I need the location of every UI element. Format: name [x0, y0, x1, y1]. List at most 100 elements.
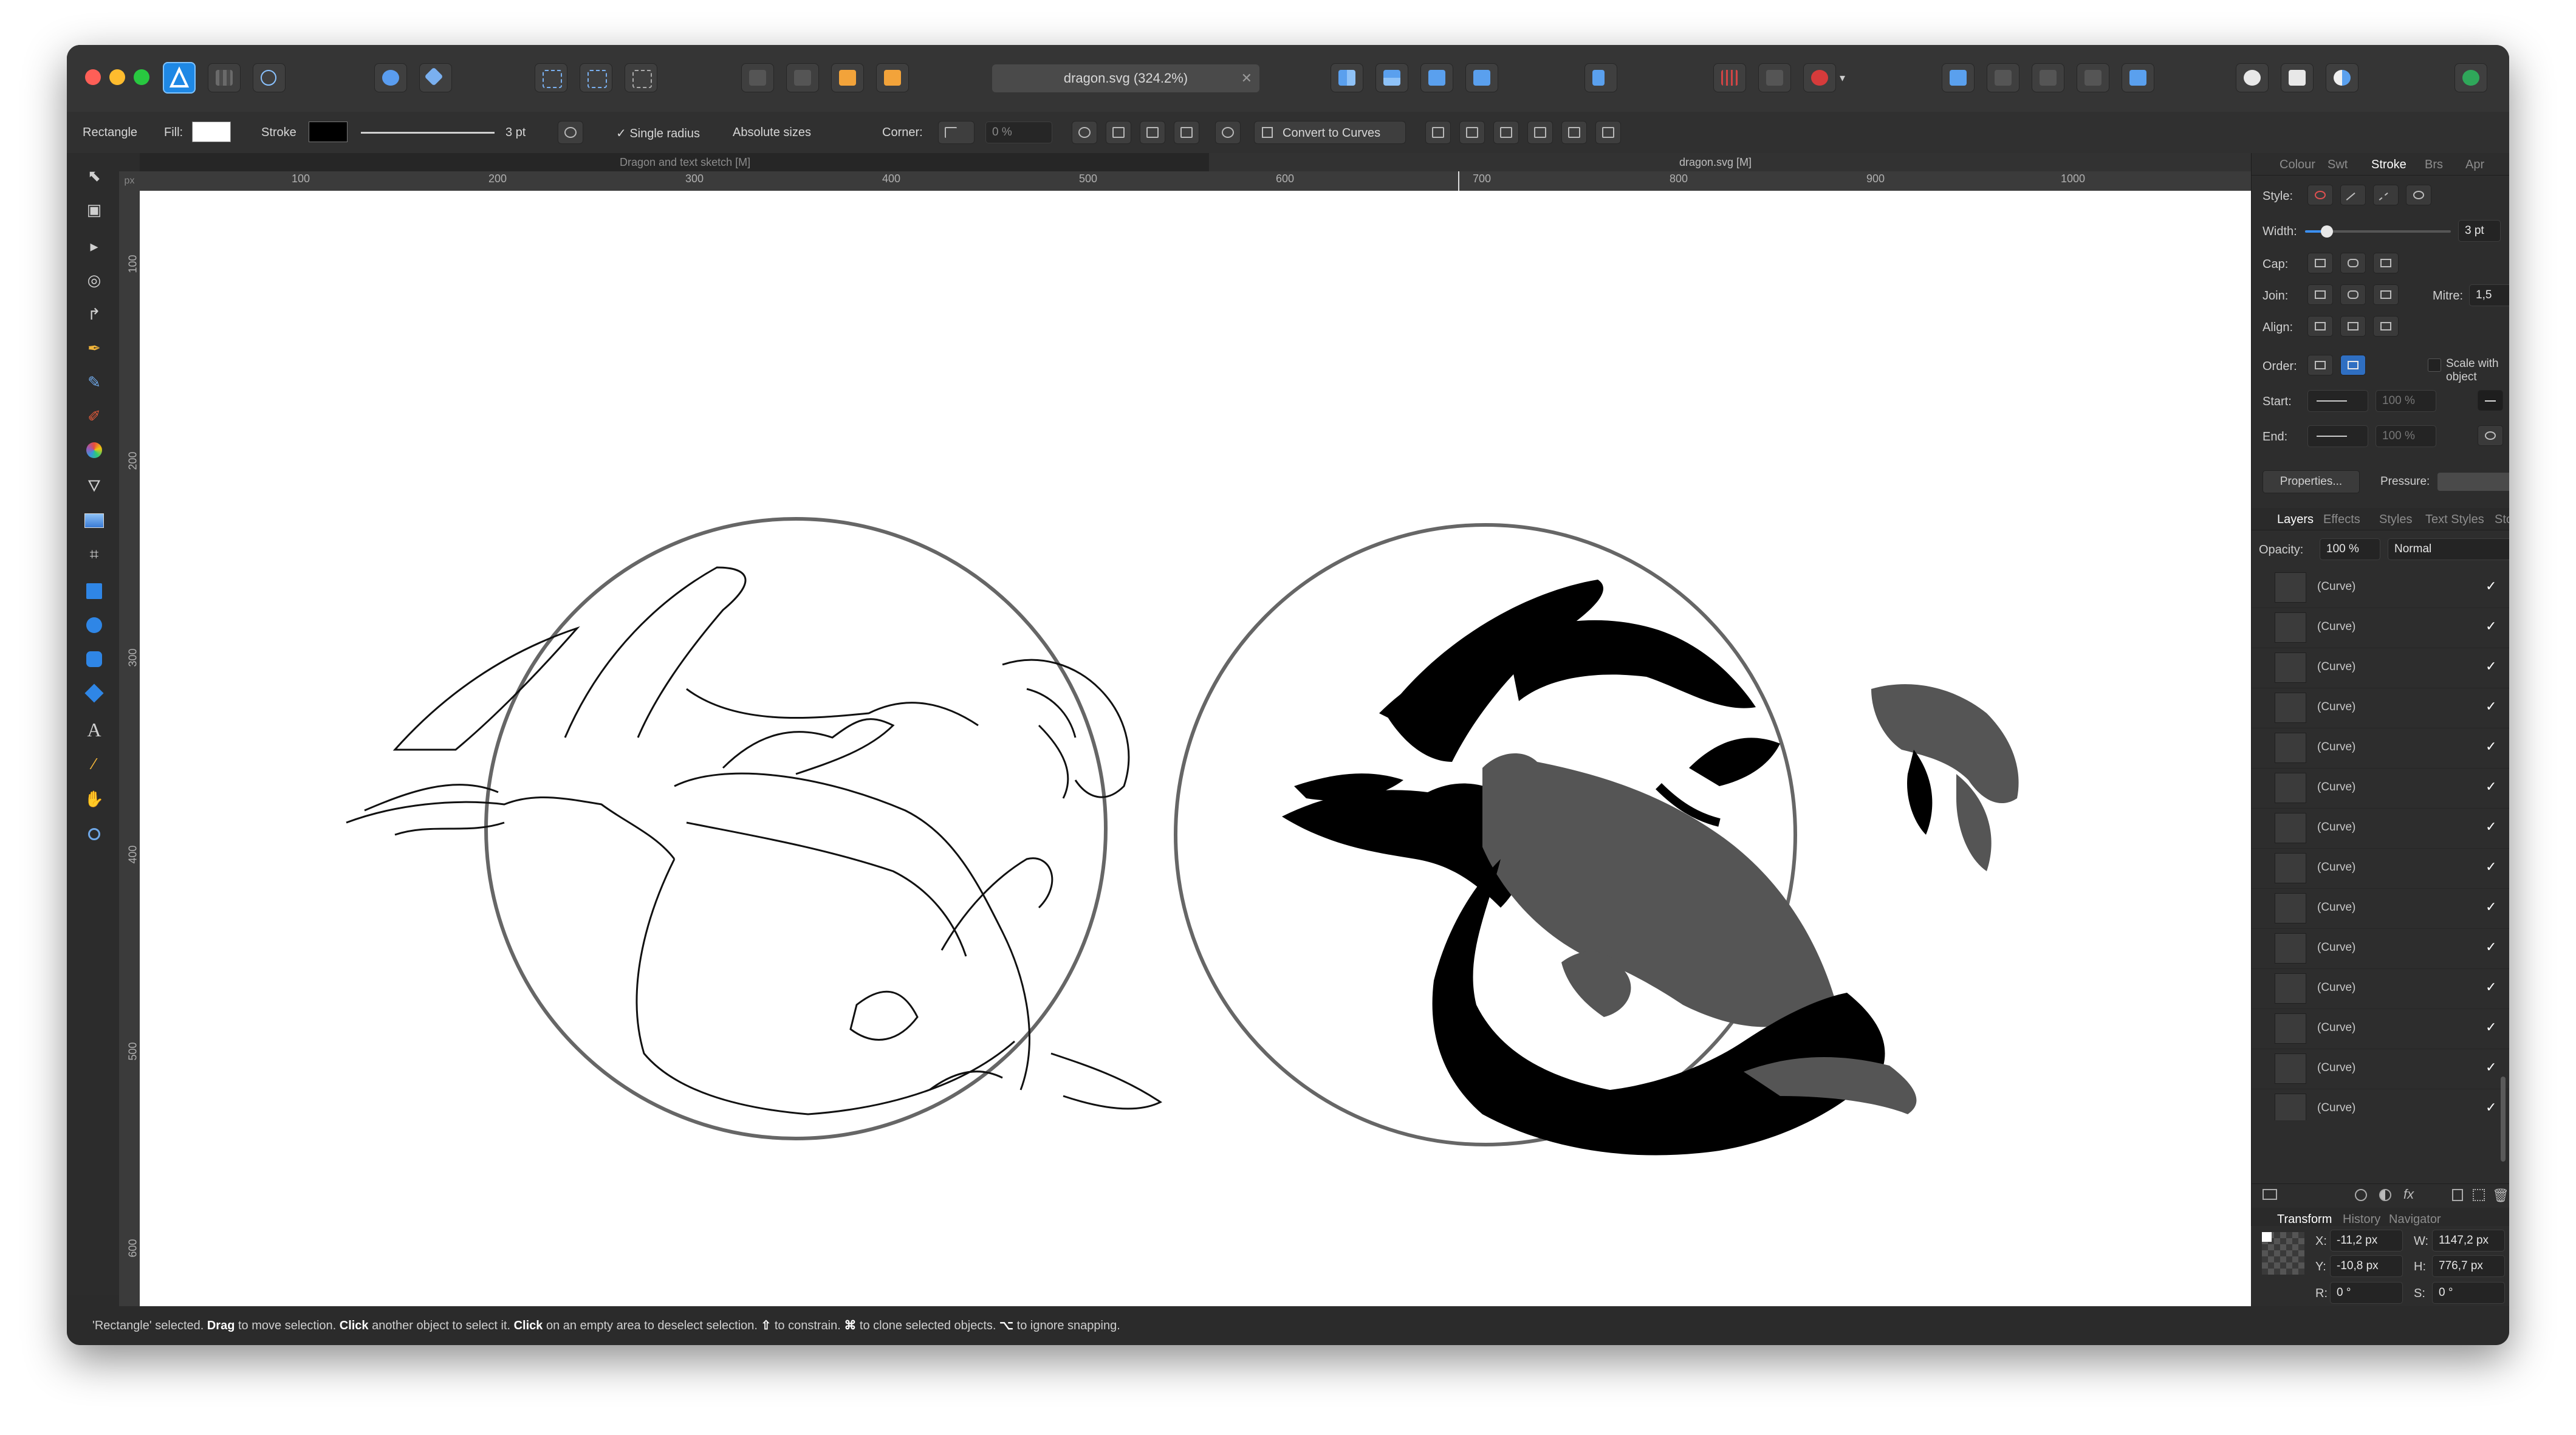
pencil-tool-button[interactable]: ✎	[81, 369, 107, 395]
layer-row[interactable]: (Curve) ✓	[2252, 567, 2509, 608]
rotate-icon[interactable]	[1215, 121, 1241, 144]
layer-visibility-check[interactable]: ✓	[2485, 578, 2496, 594]
layer-visibility-check[interactable]: ✓	[2485, 1100, 2496, 1115]
divide-boolean-icon[interactable]	[2122, 63, 2154, 92]
stroke-swatch[interactable]	[309, 122, 348, 142]
group-icon[interactable]	[2473, 1189, 2485, 1201]
layer-row[interactable]: (Curve) ✓	[2252, 848, 2509, 889]
document-canvas[interactable]	[140, 191, 2251, 1306]
butt-cap-button[interactable]	[2307, 253, 2333, 273]
tab-text-styles[interactable]: Text Styles	[2425, 513, 2484, 527]
layer-row[interactable]: (Curve) ✓	[2252, 808, 2509, 849]
convert-to-curves-button[interactable]: Convert to Curves	[1254, 121, 1406, 144]
subtab-dragon-sketch[interactable]: Dragon and text sketch [M]	[620, 156, 750, 169]
solid-line-button[interactable]	[2340, 185, 2366, 207]
arrowhead-reset-button[interactable]	[2478, 425, 2503, 446]
corner-tool-button[interactable]: ↱	[81, 301, 107, 327]
rectangle-tool-button[interactable]	[81, 578, 107, 604]
layer-row[interactable]: (Curve) ✓	[2252, 1089, 2509, 1120]
tab-swatches[interactable]: Swt	[2328, 158, 2348, 172]
pixel-persona-icon[interactable]	[208, 63, 241, 92]
select-none-icon[interactable]	[625, 63, 657, 92]
layer-visibility-check[interactable]: ✓	[2485, 779, 2496, 795]
intersect-boolean-icon[interactable]	[2032, 63, 2064, 92]
round-cap-button[interactable]	[2340, 253, 2366, 273]
layer-row[interactable]: (Curve) ✓	[2252, 968, 2509, 1009]
layer-row[interactable]: (Curve) ✓	[2252, 768, 2509, 809]
layer-visibility-check[interactable]: ✓	[2485, 659, 2496, 674]
snapping-dropdown-icon[interactable]: ▾	[1840, 72, 1845, 84]
layer-visibility-check[interactable]: ✓	[2485, 899, 2496, 915]
tab-transform[interactable]: Transform	[2277, 1213, 2332, 1227]
stroke-width-slider[interactable]	[361, 132, 495, 134]
ellipse-tool-button[interactable]	[81, 612, 107, 638]
vector-brush-tool-button[interactable]: ✐	[81, 403, 107, 429]
tab-history[interactable]: History	[2343, 1213, 2380, 1227]
scale-with-object-checkbox[interactable]	[2428, 358, 2441, 372]
no-stroke-button[interactable]	[2307, 185, 2333, 205]
properties-button[interactable]: Properties...	[2263, 470, 2360, 493]
width-slider-knob[interactable]	[2321, 225, 2333, 238]
color-picker-tool-button[interactable]: ⁄	[81, 751, 107, 776]
layer-visibility-check[interactable]: ✓	[2485, 859, 2496, 875]
layer-visibility-check[interactable]: ✓	[2485, 1060, 2496, 1075]
tab-layers[interactable]: Layers	[2277, 513, 2314, 527]
layer-visibility-check[interactable]: ✓	[2485, 939, 2496, 955]
align-left-icon[interactable]	[1425, 121, 1451, 144]
select-inverse-icon[interactable]	[580, 63, 612, 92]
add-boolean-icon[interactable]	[1942, 63, 1975, 92]
rotate-right-icon[interactable]	[1465, 63, 1498, 92]
layer-row[interactable]: (Curve) ✓	[2252, 1009, 2509, 1049]
y-field[interactable]: -10,8 px	[2330, 1255, 2403, 1277]
x-field[interactable]: -11,2 px	[2330, 1230, 2403, 1252]
layer-row[interactable]: (Curve) ✓	[2252, 888, 2509, 929]
align-outside-stroke-button[interactable]	[2373, 316, 2399, 337]
move-backward-icon[interactable]	[786, 63, 819, 92]
start-arrowhead-dropdown[interactable]	[2307, 390, 2368, 412]
subtract-boolean-icon[interactable]	[1987, 63, 2019, 92]
outline-dragon-artwork[interactable]	[346, 517, 1162, 1140]
shape-tool-button[interactable]	[81, 680, 107, 706]
tab-styles[interactable]: Styles	[2379, 513, 2412, 527]
place-image-tool-button[interactable]	[81, 508, 107, 533]
fill-swatch[interactable]	[192, 122, 231, 142]
stroke-settings-icon[interactable]	[558, 121, 583, 144]
account-icon[interactable]	[2454, 63, 2487, 92]
tab-effects[interactable]: Effects	[2323, 513, 2360, 527]
xor-boolean-icon[interactable]	[2077, 63, 2109, 92]
assistant-icon[interactable]	[374, 63, 407, 92]
adjustment-icon[interactable]	[2379, 1189, 2391, 1201]
node-tool-button[interactable]: ▸	[81, 233, 107, 259]
tab-brushes[interactable]: Brs	[2425, 158, 2443, 172]
h-field[interactable]: 776,7 px	[2432, 1255, 2505, 1277]
layers-scrollbar[interactable]	[2501, 1077, 2506, 1162]
start-scale-field[interactable]: 100 %	[2376, 390, 2436, 412]
anchor-point-grid[interactable]	[2262, 1232, 2304, 1275]
round-join-button[interactable]	[2340, 284, 2366, 305]
rotate-left-icon[interactable]	[1420, 63, 1453, 92]
stroke-behind-button[interactable]	[2307, 355, 2333, 375]
align-middle-icon[interactable]	[1561, 121, 1587, 144]
end-scale-field[interactable]: 100 %	[2376, 425, 2436, 447]
corner-type-dropdown[interactable]	[938, 121, 975, 144]
opacity-field[interactable]: 100 %	[2320, 538, 2380, 560]
pen-tool-button[interactable]: ✒	[81, 335, 107, 361]
transform-origin-icon[interactable]	[1072, 121, 1097, 144]
zoom-window-button[interactable]	[134, 69, 149, 85]
square-cap-button[interactable]	[2373, 253, 2399, 273]
width-slider[interactable]	[2305, 225, 2451, 238]
flip-vertical-icon[interactable]	[1375, 63, 1408, 92]
add-layer-icon[interactable]	[2452, 1189, 2463, 1201]
minimize-window-button[interactable]	[109, 69, 125, 85]
snapping-settings-icon[interactable]	[419, 63, 452, 92]
corner-value-field[interactable]: 0 %	[985, 122, 1052, 143]
dash-line-button[interactable]	[2373, 185, 2399, 207]
blend-mode-dropdown[interactable]: Normal	[2388, 538, 2509, 560]
share-icon[interactable]	[253, 63, 286, 92]
layer-visibility-check[interactable]: ✓	[2485, 1019, 2496, 1035]
artboard-tool-button[interactable]: ▣	[81, 197, 107, 222]
layer-visibility-check[interactable]: ✓	[2485, 819, 2496, 835]
layers-stack-icon[interactable]	[2263, 1189, 2277, 1200]
align-icon[interactable]	[1584, 63, 1617, 92]
layer-row[interactable]: (Curve) ✓	[2252, 1049, 2509, 1089]
